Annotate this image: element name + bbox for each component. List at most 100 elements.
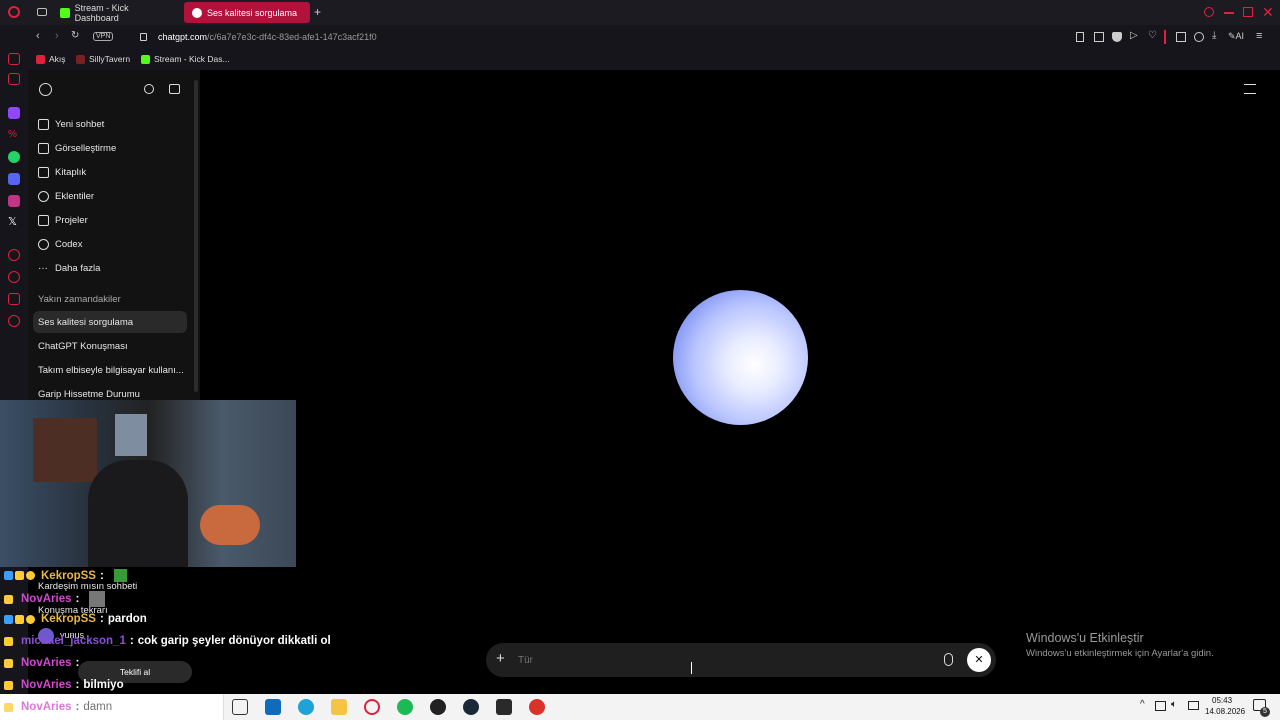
app-icon[interactable] bbox=[430, 699, 446, 715]
edge-icon[interactable] bbox=[298, 699, 314, 715]
extensions-icon[interactable] bbox=[8, 293, 20, 305]
forward-icon[interactable]: › bbox=[55, 30, 59, 42]
recent-chat-item[interactable]: ChatGPT Konuşması bbox=[38, 341, 128, 352]
end-voice-button[interactable]: ✕ bbox=[967, 648, 991, 672]
back-icon[interactable]: ‹ bbox=[36, 30, 40, 42]
cube-icon[interactable] bbox=[1176, 32, 1186, 42]
x-icon[interactable]: 𝕏 bbox=[8, 215, 20, 228]
emote-icon bbox=[113, 569, 127, 582]
clock-time[interactable]: 05:43 bbox=[1212, 696, 1232, 705]
steam-icon[interactable] bbox=[463, 699, 479, 715]
flow-icon[interactable] bbox=[8, 73, 20, 85]
chat-sidebar: Yeni sohbet Görselleştirme Kitaplık Ekle… bbox=[28, 70, 200, 400]
stream-chat-line: michael_jackson_1: cok garip şeyler dönü… bbox=[4, 635, 331, 647]
sillytavern-icon bbox=[76, 54, 85, 64]
file-explorer-icon[interactable] bbox=[331, 699, 347, 715]
tab-kick-dashboard[interactable]: Stream - Kick Dashboard bbox=[52, 2, 180, 23]
volume-icon[interactable]: 🔈︎ bbox=[1171, 699, 1177, 710]
wall-poster bbox=[33, 418, 97, 482]
tab-overview-icon[interactable] bbox=[37, 8, 47, 16]
sidebar-item-apps[interactable]: Eklentiler bbox=[38, 186, 94, 206]
recent-heading: Yakın zamandakiler bbox=[38, 294, 121, 305]
akis-icon bbox=[36, 54, 45, 64]
sidebar-item-codex[interactable]: Codex bbox=[38, 234, 82, 254]
spotify-icon[interactable] bbox=[397, 699, 413, 715]
bookmark-sillytavern[interactable]: SillyTavern bbox=[76, 54, 130, 64]
send-icon[interactable]: ▷ bbox=[1130, 30, 1138, 41]
folder-icon bbox=[38, 214, 49, 226]
reload-icon[interactable]: ↻ bbox=[71, 30, 79, 41]
search-icon[interactable] bbox=[1204, 7, 1214, 17]
activation-subtitle: Windows'u etkinleştirmek için Ayarlar'a … bbox=[1026, 648, 1214, 659]
activation-title: Windows'u Etkinleştir bbox=[1026, 631, 1144, 645]
heart-icon[interactable]: ♡ bbox=[1148, 30, 1157, 41]
settings-icon[interactable] bbox=[8, 315, 20, 327]
pin-icon[interactable] bbox=[1076, 32, 1084, 42]
sidebar-toggle-icon[interactable] bbox=[169, 84, 180, 94]
apps-icon bbox=[38, 190, 49, 202]
opera-logo-icon[interactable] bbox=[8, 6, 20, 18]
stream-chat-line: NovAries: bilmiyo bbox=[4, 679, 124, 691]
bookmark-kick[interactable]: Stream - Kick Das... bbox=[141, 54, 230, 64]
player-icon[interactable] bbox=[8, 249, 20, 261]
sidebar-item-library[interactable]: Kitaplık bbox=[38, 162, 86, 182]
close-icon[interactable]: ✕ bbox=[1262, 4, 1274, 21]
restore-icon[interactable] bbox=[1243, 7, 1253, 17]
emote-icon bbox=[89, 591, 106, 607]
wall-poster bbox=[115, 414, 147, 456]
webcam-overlay bbox=[0, 400, 296, 567]
sidebar-scrollbar[interactable] bbox=[194, 80, 198, 392]
stream-chat-line: NovAries: bbox=[4, 657, 83, 669]
download-icon[interactable]: ⤓ bbox=[1212, 30, 1216, 41]
opera-icon[interactable] bbox=[364, 699, 380, 715]
more-icon: ··· bbox=[38, 262, 48, 274]
mic-off-icon[interactable] bbox=[944, 653, 953, 666]
recent-chat-item[interactable]: Takım elbiseyle bilgisayar kullanı... bbox=[38, 365, 184, 376]
task-view-icon[interactable] bbox=[232, 699, 248, 715]
recent-chat-item[interactable]: Garip Hissetme Durumu bbox=[38, 389, 140, 400]
kick-icon bbox=[60, 7, 70, 18]
stream-chat-line: KekropSS: bbox=[4, 569, 127, 582]
address-bar: ‹ › ↻ VPN chatgpt.com/c/6a7e7e3c-df4c-83… bbox=[28, 25, 1280, 50]
clock-date[interactable]: 14.08.2026 bbox=[1205, 707, 1245, 716]
outlook-icon[interactable] bbox=[265, 699, 281, 715]
epic-games-icon[interactable] bbox=[496, 699, 512, 715]
sidebar-item-images[interactable]: Görselleştirme bbox=[38, 138, 116, 158]
chatgpt-icon bbox=[192, 7, 202, 18]
plus-icon[interactable]: + bbox=[496, 650, 505, 667]
ai-button[interactable]: ✎AI bbox=[1228, 31, 1244, 42]
library-icon bbox=[38, 166, 49, 178]
bookmark-akis[interactable]: Akış bbox=[36, 54, 66, 64]
discord-icon[interactable] bbox=[8, 173, 20, 185]
menu-icon[interactable]: ≡ bbox=[1256, 30, 1262, 42]
voice-orb bbox=[673, 290, 808, 425]
profile-icon[interactable] bbox=[1194, 32, 1204, 42]
search-icon[interactable] bbox=[144, 84, 154, 94]
snapshot-icon[interactable] bbox=[1094, 32, 1104, 42]
sidebar-item-new-chat[interactable]: Yeni sohbet bbox=[38, 114, 104, 134]
url-text[interactable]: chatgpt.com/c/6a7e7e3c-df4c-83ed-afe1-14… bbox=[158, 32, 377, 42]
message-input[interactable] bbox=[518, 651, 898, 669]
vpn-badge[interactable]: VPN bbox=[93, 32, 114, 41]
minimize-icon[interactable] bbox=[1224, 12, 1234, 14]
tray-chevron-icon[interactable]: ^ bbox=[1140, 699, 1145, 710]
instagram-icon[interactable] bbox=[8, 195, 20, 207]
shield-icon[interactable] bbox=[1112, 32, 1122, 42]
twitch-icon[interactable] bbox=[8, 107, 20, 119]
network-icon[interactable] bbox=[1155, 701, 1166, 711]
new-tab-button[interactable]: + bbox=[314, 5, 321, 19]
percent-icon[interactable]: % bbox=[8, 129, 20, 141]
tab-ses-kalitesi[interactable]: Ses kalitesi sorgulama bbox=[184, 2, 310, 23]
media-player-icon[interactable] bbox=[529, 699, 545, 715]
sidebar-item-more[interactable]: ··· Daha fazla bbox=[38, 258, 100, 278]
display-icon[interactable] bbox=[1188, 701, 1199, 710]
recent-chat-item[interactable]: Ses kalitesi sorgulama bbox=[38, 317, 133, 328]
chatgpt-logo-icon[interactable] bbox=[39, 83, 52, 96]
sidebar-item-projects[interactable]: Projeler bbox=[38, 210, 88, 230]
plush-toy bbox=[200, 505, 260, 545]
pinboard-icon[interactable] bbox=[8, 53, 20, 65]
history-icon[interactable] bbox=[8, 271, 20, 283]
whatsapp-icon[interactable] bbox=[8, 151, 20, 163]
voice-settings-icon[interactable] bbox=[1244, 84, 1256, 94]
codex-icon bbox=[38, 238, 49, 250]
